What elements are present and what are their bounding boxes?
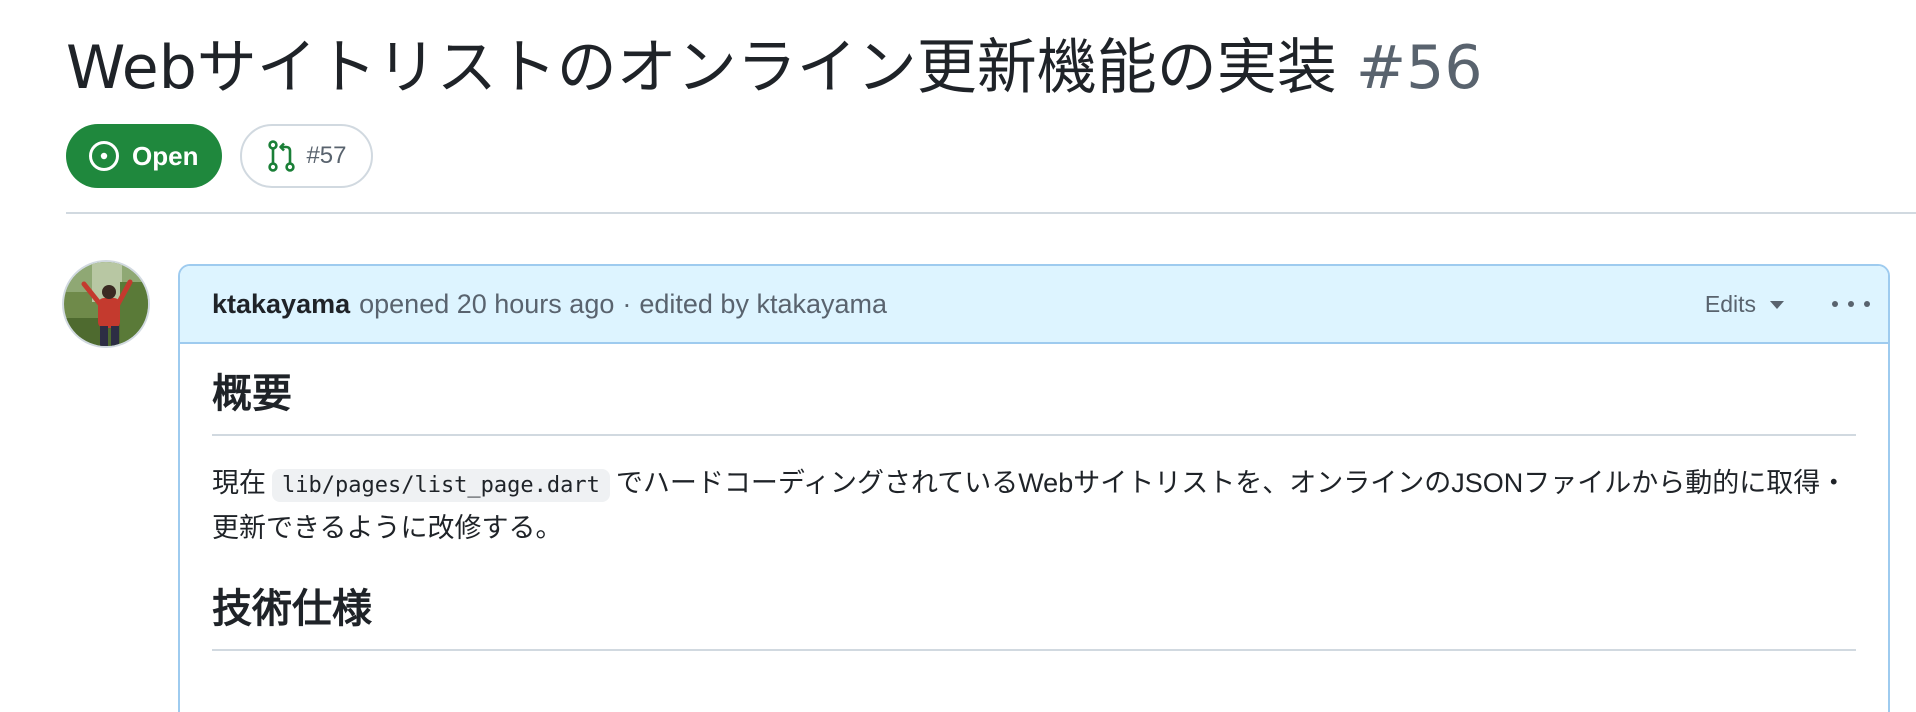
edited-by-link[interactable]: edited by ktakayama — [639, 289, 887, 320]
spec-heading: 技術仕様 — [212, 581, 1856, 651]
kebab-dot — [1864, 301, 1870, 307]
paragraph-prefix: 現在 — [212, 468, 266, 498]
edits-label: Edits — [1704, 290, 1756, 317]
issue-opened-icon — [89, 141, 119, 171]
meta-separator: · — [622, 288, 632, 319]
comment-body: 概要 現在 lib/pages/list_page.dart でハードコーディングさ… — [180, 366, 1888, 651]
inline-code-path: lib/pages/list_page.dart — [272, 469, 610, 502]
kebab-dot — [1848, 301, 1854, 307]
git-pull-request-icon — [268, 140, 296, 172]
issue-page: Webサイトリストのオンライン更新機能の実装 #56 Open #57 ktak… — [0, 0, 1916, 712]
linked-pr-chip[interactable]: #57 — [240, 124, 373, 188]
linked-pr-number: #57 — [306, 142, 347, 169]
state-label: Open — [132, 140, 199, 171]
issue-header: Webサイトリストのオンライン更新機能の実装 #56 — [66, 26, 1916, 110]
author-avatar[interactable] — [64, 262, 148, 346]
opened-time: opened 20 hours ago — [359, 288, 615, 319]
state-badge-open: Open — [66, 124, 223, 188]
issue-state-row: Open #57 — [66, 124, 373, 188]
comment-header: ktakayama opened 20 hours ago · edited b… — [180, 266, 1888, 344]
author-link[interactable]: ktakayama — [212, 289, 350, 320]
triangle-down-icon — [1770, 301, 1784, 309]
issue-title-text: Webサイトリストのオンライン更新機能の実装 — [66, 33, 1337, 103]
issue-title: Webサイトリストのオンライン更新機能の実装 #56 — [66, 26, 1916, 110]
header-divider — [66, 212, 1916, 214]
kebab-dot — [1832, 301, 1838, 307]
kebab-horizontal-icon[interactable] — [1832, 290, 1870, 318]
overview-heading: 概要 — [212, 366, 1856, 436]
edits-dropdown[interactable]: Edits — [1705, 266, 1784, 342]
avatar-photo — [64, 262, 148, 346]
issue-comment: ktakayama opened 20 hours ago · edited b… — [178, 264, 1890, 712]
overview-paragraph: 現在 lib/pages/list_page.dart でハードコーディングされてい… — [212, 462, 1856, 549]
issue-number: #56 — [1355, 33, 1483, 103]
